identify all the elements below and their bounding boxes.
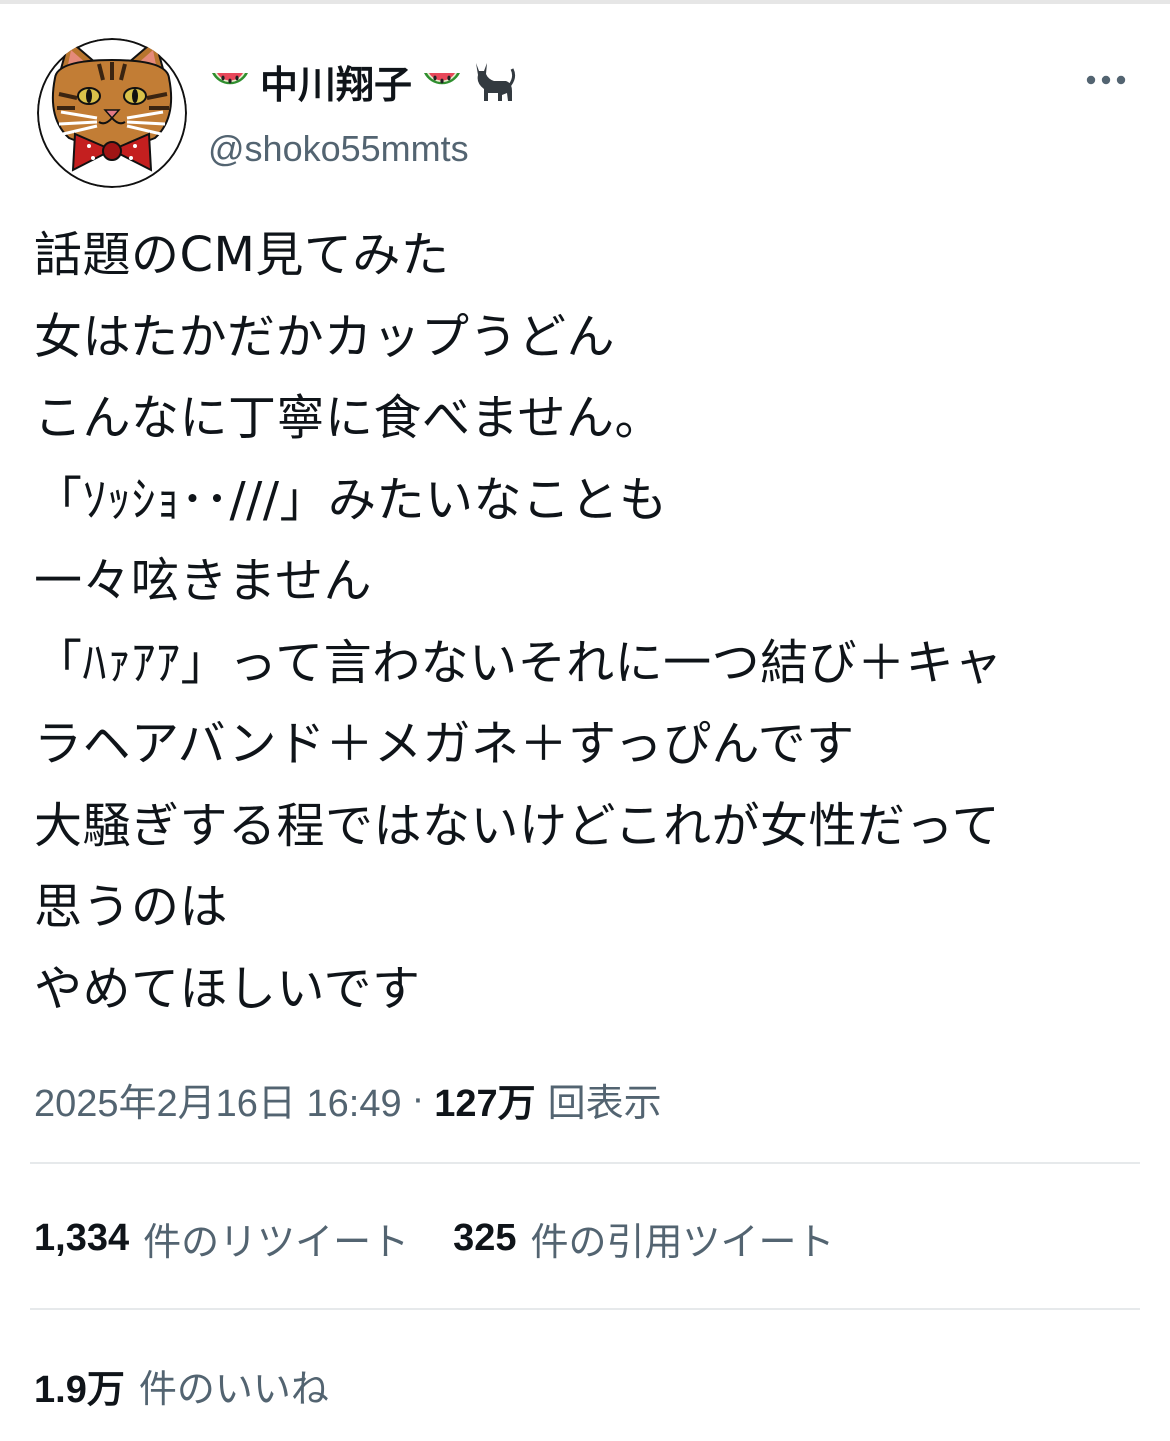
tweet-line: 話題のCM見てみた [34,227,450,283]
views-count: 127万 [434,1082,536,1125]
black-cat-icon [472,59,516,103]
retweets-label: 件のリツイート [143,1221,410,1264]
divider [30,1308,1140,1310]
likes-stat[interactable]: 1.9万 件のいいね [34,1358,329,1413]
cat-avatar-icon [37,38,187,188]
tweet-line: こんなに丁寧に食べません。 [34,390,664,446]
tweet-line: 大騒ぎする程ではないけどこれが女性だって [34,797,1001,854]
divider [30,1162,1140,1164]
tweet-timestamp[interactable]: 2025年2月16日 16:49 [34,1072,402,1127]
avatar[interactable] [37,38,187,188]
author-display-name[interactable]: 中川翔子 [208,56,516,107]
tweet-line: 「ｿｯｼｮ･･///」みたいなことも [34,471,668,528]
tweet-line: 思うのは [34,879,229,935]
author-handle[interactable]: @shoko55mmts [208,128,469,170]
tweet-line: 「ﾊｧｱｱ」って言わないそれに一つ結び＋キャ [34,634,1003,691]
tweet-text: 話題のCM見てみた 女はたかだかカップうどん こんなに丁寧に食べません。 「ｿｯ… [34,215,1144,1030]
watermelon-icon [208,59,252,103]
display-name-text: 中川翔子 [260,64,413,107]
watermelon-icon [420,59,464,103]
top-border [0,0,1170,4]
likes-label: 件のいいね [138,1368,329,1411]
quotes-count: 325 [453,1216,517,1259]
quotes-label: 件の引用ツイート [530,1221,835,1264]
meta-separator: · [411,1077,425,1120]
engagement-stats-row: 1,334 件のリツイート 325 件の引用ツイート [34,1211,835,1266]
likes-count: 1.9万 [34,1368,125,1411]
views-label: 回表示 [547,1082,662,1125]
tweet-line: 女はたかだかカップうどん [34,308,616,365]
tweet-line: ラヘアバンド＋メガネ＋すっぴんです [34,716,855,772]
tweet-line: 一々呟きません [34,553,373,609]
retweets-count: 1,334 [34,1216,130,1259]
quotes-stat[interactable]: 325 件の引用ツイート [453,1211,834,1266]
tweet-meta: 2025年2月16日 16:49 · 127万 回表示 [34,1072,662,1127]
likes-stats-row: 1.9万 件のいいね [34,1358,329,1413]
retweets-stat[interactable]: 1,334 件のリツイート [34,1211,409,1266]
more-options-icon[interactable] [1082,62,1130,98]
tweet-line: やめてほしいです [34,960,421,1017]
